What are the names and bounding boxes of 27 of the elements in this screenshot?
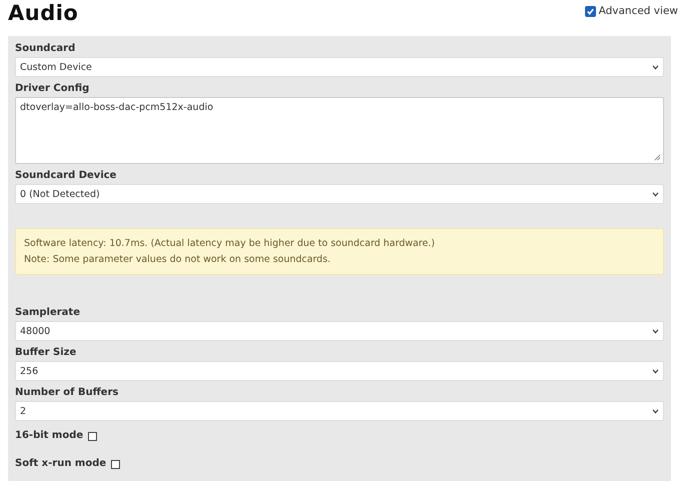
chevron-down-icon — [652, 64, 659, 70]
advanced-view-checkbox[interactable] — [584, 6, 596, 16]
field-label: Buffer Size — [15, 346, 78, 360]
advanced-view-label: Advanced view — [598, 5, 678, 17]
checkbox[interactable] — [88, 432, 98, 440]
field-label: Soft x-run mode — [15, 457, 106, 471]
select-field[interactable]: 48000 — [15, 321, 664, 341]
chevron-down-icon — [652, 368, 659, 374]
text-area-field[interactable]: dtoverlay=allo-boss-dac-pcm512x-audio — [15, 97, 664, 164]
page-title: Audio — [8, 1, 78, 25]
chevron-down-icon — [652, 192, 659, 196]
field-label: Driver Config — [15, 82, 90, 96]
resize-grip-icon — [654, 154, 661, 161]
notice-text: Note: Some parameter values do not work on some soundcards. — [24, 254, 332, 265]
notice-text: Software latency: 10.7ms. (Actual latency may be higher due to soundcard hardware.) — [24, 238, 436, 249]
field-label: Samplerate — [15, 306, 81, 320]
field-label: Number of Buffers — [15, 386, 120, 400]
field-label: Soundcard — [15, 42, 76, 56]
select-field[interactable]: 256 — [15, 361, 664, 381]
field-label: Soundcard Device — [15, 169, 118, 183]
field-label: 16-bit mode — [15, 429, 84, 443]
select-field[interactable]: 2 — [15, 401, 664, 421]
chevron-down-icon — [652, 328, 659, 334]
chevron-down-icon — [652, 408, 659, 414]
select-field[interactable]: Custom Device — [15, 57, 664, 77]
checkbox[interactable] — [111, 460, 120, 468]
select-field[interactable]: 0 (Not Detected) — [15, 184, 664, 204]
